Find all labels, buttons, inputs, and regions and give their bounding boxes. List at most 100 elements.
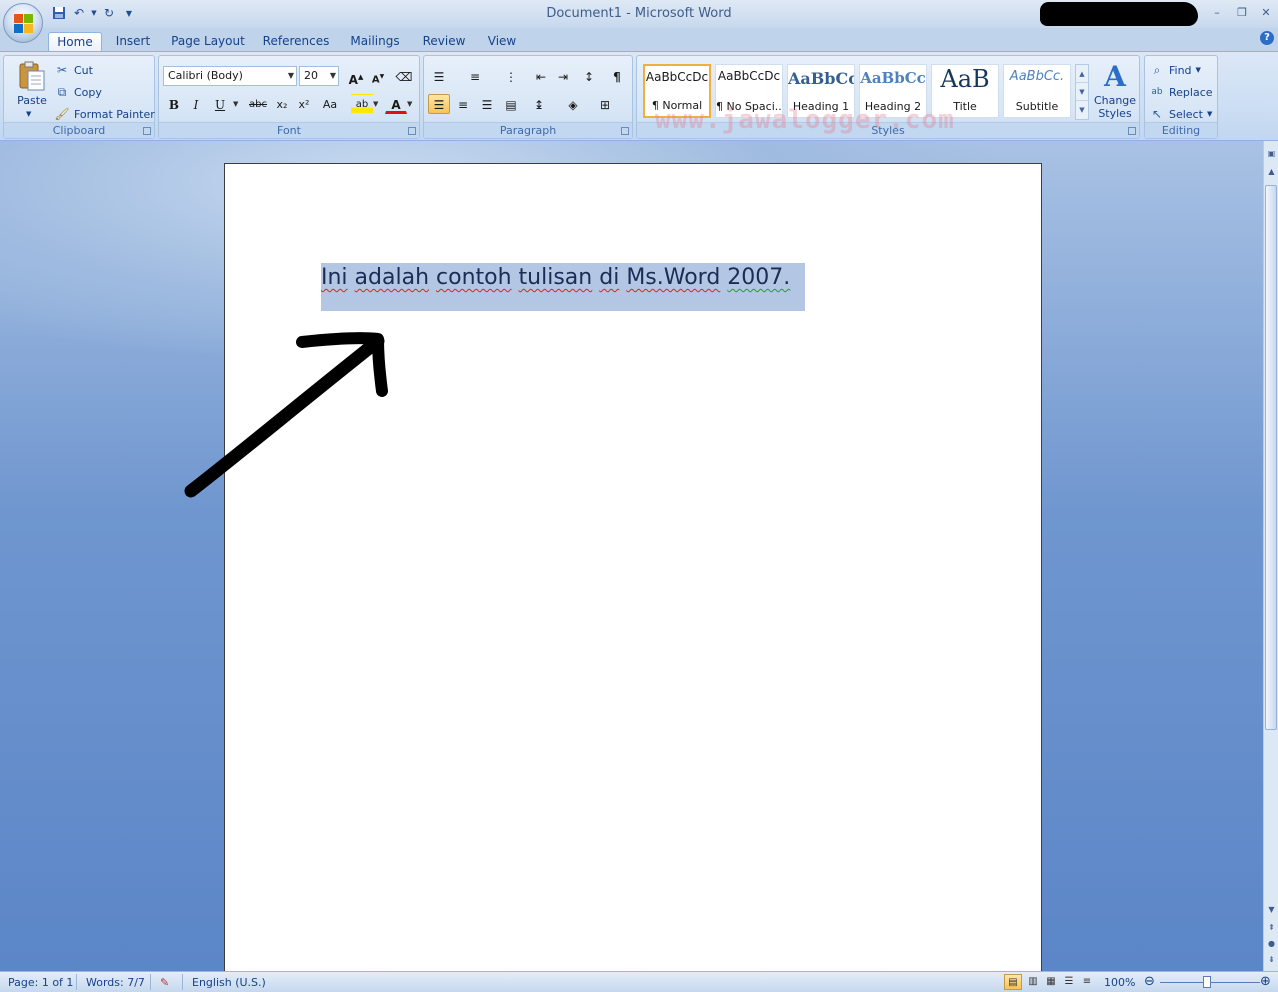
highlight-button[interactable]: ab: [351, 94, 373, 114]
vertical-scrollbar[interactable]: ▣ ▲ ▼ ⇞ ● ⇟: [1263, 141, 1278, 971]
replace-button[interactable]: ab Replace: [1149, 82, 1212, 102]
next-page-icon[interactable]: ⇟: [1265, 953, 1278, 967]
chevron-down-icon: ▼: [287, 71, 294, 80]
highlight-dropdown-icon[interactable]: ▼: [373, 100, 378, 108]
shading-icon[interactable]: ◈: [562, 94, 584, 114]
copy-button[interactable]: ⧉ Copy: [54, 82, 102, 102]
show-marks-button[interactable]: ¶: [606, 66, 628, 86]
zoom-slider-thumb[interactable]: [1203, 976, 1211, 988]
select-label: Select: [1169, 107, 1203, 121]
find-button[interactable]: ⌕ Find ▼: [1149, 60, 1201, 80]
shrink-font-button[interactable]: A▼: [367, 66, 389, 86]
change-styles-button[interactable]: A Change Styles: [1093, 60, 1137, 120]
subscript-button[interactable]: x₂: [271, 94, 293, 114]
borders-icon[interactable]: ⊞: [594, 94, 616, 114]
italic-button[interactable]: I: [185, 94, 207, 114]
scroll-down-icon[interactable]: ▼: [1265, 903, 1278, 917]
align-center-icon[interactable]: ≡: [452, 94, 474, 114]
find-label: Find: [1169, 63, 1192, 77]
cut-label: Cut: [74, 63, 93, 77]
underline-dropdown-icon[interactable]: ▼: [233, 100, 238, 108]
print-layout-icon[interactable]: ▤: [1004, 974, 1022, 990]
decrease-indent-icon[interactable]: ⇤: [530, 66, 552, 86]
draft-icon[interactable]: ≡: [1078, 974, 1096, 990]
clear-formatting-icon[interactable]: ⌫: [393, 66, 415, 86]
increase-indent-icon[interactable]: ⇥: [552, 66, 574, 86]
underline-button[interactable]: U: [209, 94, 231, 114]
multilevel-list-icon[interactable]: ⋮: [500, 66, 522, 86]
word-count[interactable]: Words: 7/7: [86, 976, 145, 989]
styles-launcher-icon[interactable]: [1128, 127, 1136, 135]
change-styles-label: Change Styles: [1093, 94, 1137, 120]
tab-review[interactable]: Review: [418, 32, 470, 52]
ruler-toggle-icon[interactable]: ▣: [1265, 147, 1278, 161]
restore-button[interactable]: ❐: [1231, 4, 1253, 22]
font-color-dropdown-icon[interactable]: ▼: [407, 100, 412, 108]
tab-page-layout[interactable]: Page Layout: [168, 32, 248, 52]
close-button[interactable]: ✕: [1255, 4, 1277, 22]
word: di: [599, 265, 620, 290]
numbering-icon[interactable]: ≡: [464, 66, 486, 86]
browse-object-icon[interactable]: ●: [1265, 937, 1278, 951]
strikethrough-button[interactable]: abc: [245, 94, 271, 114]
editing-group: ⌕ Find ▼ ab Replace ↖ Select ▼ Editing: [1144, 55, 1218, 139]
previous-page-icon[interactable]: ⇞: [1265, 921, 1278, 935]
sort-icon[interactable]: ↕: [578, 66, 600, 86]
font-size-combo[interactable]: 20 ▼: [299, 66, 339, 86]
align-right-icon[interactable]: ☰: [476, 94, 498, 114]
justify-icon[interactable]: ▤: [500, 94, 522, 114]
proofing-icon[interactable]: ✎: [160, 976, 169, 989]
more-styles-icon[interactable]: ▼: [1076, 101, 1088, 119]
outline-icon[interactable]: ☰: [1060, 974, 1078, 990]
bold-button[interactable]: B: [163, 94, 185, 114]
ribbon-tabs: Home Insert Page Layout References Maili…: [0, 28, 1278, 52]
styles-gallery-scroll[interactable]: ▲ ▼ ▼: [1075, 64, 1089, 120]
scroll-down-icon[interactable]: ▼: [1076, 83, 1088, 101]
cut-button[interactable]: ✂ Cut: [54, 60, 93, 80]
align-left-icon[interactable]: ☰: [428, 94, 450, 114]
zoom-in-icon[interactable]: ⊕: [1260, 974, 1271, 989]
help-icon[interactable]: ?: [1260, 31, 1274, 45]
paragraph-group: ☰ ≡ ⋮ ⇤ ⇥ ↕ ¶ ☰ ≡ ☰ ▤ ↨ ◈ ⊞ Paragraph: [423, 55, 633, 139]
font-size-value: 20: [304, 69, 318, 82]
scroll-up-icon[interactable]: ▲: [1076, 65, 1088, 83]
language[interactable]: English (U.S.): [192, 976, 266, 989]
office-logo-icon: [14, 14, 34, 34]
change-case-button[interactable]: Aa: [317, 94, 343, 114]
page-count[interactable]: Page: 1 of 1: [8, 976, 73, 989]
select-button[interactable]: ↖ Select ▼: [1149, 104, 1212, 124]
tab-view[interactable]: View: [482, 32, 522, 52]
superscript-button[interactable]: x²: [293, 94, 315, 114]
document-text-line[interactable]: Ini adalah contoh tulisan di Ms.Word 200…: [321, 263, 790, 293]
minimize-button[interactable]: –: [1206, 4, 1228, 22]
font-launcher-icon[interactable]: [408, 127, 416, 135]
format-painter-button[interactable]: 🖌 Format Painter: [54, 104, 154, 124]
scroll-up-icon[interactable]: ▲: [1265, 165, 1278, 179]
clipboard-launcher-icon[interactable]: [143, 127, 151, 135]
style-sample: AaBbCcDc: [645, 70, 709, 84]
paste-button[interactable]: Paste: [12, 94, 52, 107]
tab-home[interactable]: Home: [48, 32, 102, 52]
office-button[interactable]: [3, 3, 43, 43]
binoculars-icon: ⌕: [1153, 63, 1161, 77]
status-bar: Page: 1 of 1 Words: 7/7 ✎ English (U.S.)…: [0, 971, 1278, 992]
style-sample: AaBbCc: [788, 69, 854, 88]
font-name-combo[interactable]: Calibri (Body) ▼: [163, 66, 297, 86]
document-page[interactable]: Ini adalah contoh tulisan di Ms.Word 200…: [224, 163, 1042, 971]
zoom-level[interactable]: 100%: [1104, 976, 1135, 989]
scroll-thumb[interactable]: [1265, 185, 1277, 730]
web-layout-icon[interactable]: ▦: [1042, 974, 1060, 990]
zoom-out-icon[interactable]: ⊖: [1144, 974, 1155, 989]
line-spacing-icon[interactable]: ↨: [528, 94, 550, 114]
paragraph-launcher-icon[interactable]: [621, 127, 629, 135]
style-subtitle[interactable]: AaBbCc. Subtitle: [1003, 64, 1071, 118]
font-color-button[interactable]: A: [385, 94, 407, 114]
tab-references[interactable]: References: [260, 32, 332, 52]
grow-font-button[interactable]: A▲: [345, 66, 367, 87]
tab-mailings[interactable]: Mailings: [346, 32, 404, 52]
paste-icon[interactable]: [16, 60, 48, 92]
tab-insert[interactable]: Insert: [110, 32, 156, 52]
bullets-icon[interactable]: ☰: [428, 66, 450, 86]
full-screen-reading-icon[interactable]: ▥: [1024, 974, 1042, 990]
paste-dropdown-icon[interactable]: ▼: [26, 110, 31, 118]
